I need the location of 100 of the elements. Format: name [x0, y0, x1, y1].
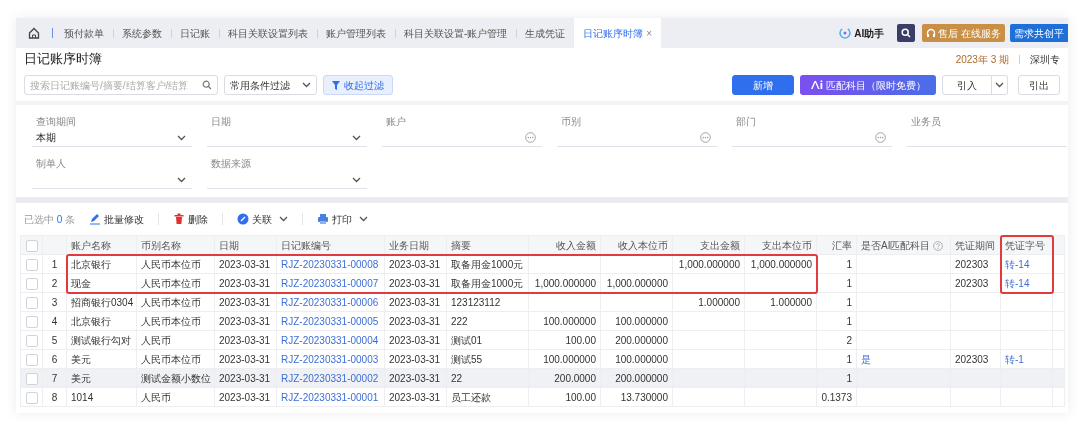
search-button[interactable] — [897, 24, 916, 42]
table-cell: 1 — [846, 258, 852, 270]
table-cell: 2023-03-31 — [389, 315, 441, 327]
row-number: 5 — [51, 334, 58, 346]
table-cell: 测试银行勾对 — [71, 334, 131, 346]
table-cell: 202303 — [955, 277, 989, 289]
tab[interactable]: 系统参数 — [113, 18, 171, 48]
table-cell: 202303 — [955, 353, 989, 365]
table-cell: 北京银行 — [71, 315, 111, 327]
table-row[interactable]: 8 1014 人民币 2023-03-31 RJZ-20230331-00001 2023-03-31 员工还款 100.00 13.730000 0.1373 — [20, 387, 1065, 407]
chevron-down-icon — [302, 82, 311, 88]
table-row[interactable]: 4 北京银行 人民币本位币 2023-03-31 RJZ-20230331-00005 2023-03-31 222 100.000000 100.000000 1 — [20, 311, 1065, 331]
table-cell: 202303 — [955, 258, 989, 270]
chevron-down-icon — [177, 176, 186, 183]
row-number: 1 — [51, 258, 58, 270]
column-header: 币别名称 — [141, 239, 181, 251]
search-field[interactable]: 搜索日记账编号/摘要/结算客户/结算 — [24, 75, 218, 95]
table-link[interactable]: 是 — [861, 353, 871, 365]
column-header: 支出金额 — [700, 239, 740, 251]
cocreate-button[interactable]: 需求共创平 — [1010, 24, 1068, 42]
column-header: 摘要 — [451, 239, 471, 251]
checkbox[interactable] — [25, 315, 38, 328]
column-header: 业务日期 — [389, 239, 429, 251]
print-action-button[interactable]: 打印 — [317, 211, 369, 227]
checkbox[interactable] — [25, 353, 38, 366]
table-cell: 人民币本位币 — [141, 353, 201, 365]
field-label: 币别 — [560, 115, 582, 129]
table-row[interactable]: 5 测试银行勾对 人民币 2023-03-31 RJZ-20230331-00004 2023-03-31 测试01 100.00 200.000000 2 — [20, 330, 1065, 350]
chevron-down-icon — [995, 82, 1004, 88]
import-button[interactable]: 引入 — [942, 75, 992, 95]
table-cell: 2023-03-31 — [219, 334, 271, 346]
table-row[interactable]: 1 北京银行 人民币本位币 2023-03-31 RJZ-20230331-00008 2023-03-31 取备用金1000元 1,000.000000 1,000.000000 1 202303 转-14 — [20, 254, 1065, 274]
tab[interactable]: 账户管理列表 — [317, 18, 395, 48]
table-cell: 2023-03-31 — [389, 277, 441, 289]
table-cell: 200.000000 — [615, 334, 668, 346]
ai-match-button[interactable]: 匹配科目（限时免费） — [800, 75, 936, 95]
table-cell: 100.000000 — [543, 353, 596, 365]
assistant-logo-icon — [839, 27, 852, 39]
table-cell: 2023-03-31 — [219, 258, 271, 270]
tab[interactable]: 生成凭证 — [516, 18, 575, 48]
assistant-button[interactable]: AI助手 — [854, 25, 885, 41]
table-cell: 2023-03-31 — [389, 334, 441, 346]
export-button[interactable]: 引出 — [1018, 75, 1060, 95]
trash-icon — [173, 213, 186, 225]
filter-field[interactable] — [382, 129, 542, 147]
column-header: 收入金额 — [556, 239, 596, 251]
collapse-filter-button[interactable]: 收起过滤 — [323, 75, 393, 95]
condition-select[interactable]: 常用条件过滤 — [224, 75, 317, 95]
tab[interactable]: 科目关联设置-账户管理 — [395, 18, 517, 48]
table-row[interactable]: 6 美元 人民币本位币 2023-03-31 RJZ-20230331-00003 2023-03-31 测试55 100.000000 100.000000 1 是 202303 转-1 — [20, 349, 1065, 369]
table-cell: 200.0000 — [554, 372, 596, 384]
table-cell: 123123112 — [451, 296, 501, 308]
field-label: 业务员 — [910, 115, 942, 129]
checkbox[interactable] — [25, 239, 38, 252]
tab[interactable]: 日记账 — [171, 18, 219, 48]
table-cell: 2023-03-31 — [219, 391, 271, 403]
checkbox[interactable] — [25, 296, 38, 309]
table-cell: 美元 — [71, 372, 91, 384]
table-cell: 人民币本位币 — [141, 315, 201, 327]
period-label: 2023年 3 期 — [955, 52, 1009, 67]
table-row[interactable]: 3 招商银行0304 人民币本位币 2023-03-31 RJZ-20230331-00006 2023-03-31 123123112 1.000000 1.000000 1 — [20, 292, 1065, 312]
table-cell: 100.000000 — [615, 353, 668, 365]
checkbox[interactable] — [25, 258, 38, 271]
field-label: 账户 — [385, 115, 407, 129]
close-icon[interactable]: × — [646, 25, 653, 41]
table-cell: 100.00 — [565, 391, 596, 403]
table-row[interactable]: 7 美元 测试金额小数位 2023-03-31 RJZ-20230331-00002 2023-03-31 22 200.0000 200.000000 1 — [20, 368, 1065, 388]
table-cell: 2 — [846, 334, 852, 346]
table-cell: 22 — [451, 372, 463, 384]
table-cell: 招商银行0304 — [71, 296, 134, 308]
table-cell: 1,000.000000 — [606, 277, 668, 289]
selection-count: 已选中 0 条 — [24, 212, 76, 227]
delete-action-button[interactable]: 删除 — [173, 211, 209, 227]
home-icon[interactable] — [28, 27, 40, 39]
edit-action-button[interactable]: 批量修改 — [89, 211, 145, 227]
tab[interactable]: 预付款单 — [55, 18, 113, 48]
table-cell: 13.730000 — [620, 391, 668, 403]
add-button[interactable]: 新增 — [732, 75, 794, 95]
table-row[interactable]: 2 现金 人民币本位币 2023-03-31 RJZ-20230331-00007 2023-03-31 取备用金1000元 1,000.000000 1,000.000000 1 202303 转-14 — [20, 273, 1065, 293]
table-cell: 美元 — [71, 353, 91, 365]
checkbox[interactable] — [25, 372, 38, 385]
tab[interactable]: 科目关联设置列表 — [219, 18, 317, 48]
page-title: 日记账序时簿 — [24, 50, 102, 69]
table-cell: 员工还款 — [451, 391, 491, 403]
organization-label[interactable]: 深圳专 — [1030, 51, 1060, 67]
table-cell: 1.000000 — [698, 296, 740, 308]
table-cell: 现金 — [71, 277, 91, 289]
checkbox[interactable] — [25, 334, 38, 347]
tab[interactable]: 日记账序时簿 × — [574, 18, 662, 48]
filter-field[interactable] — [732, 129, 892, 147]
table-cell: 人民币本位币 — [141, 296, 201, 308]
link-action-button[interactable]: 关联 — [237, 211, 289, 227]
field-label: 制单人 — [35, 157, 67, 171]
filter-field[interactable] — [557, 129, 717, 147]
checkbox[interactable] — [25, 277, 38, 290]
pencil-icon — [89, 213, 102, 225]
dropdown-button[interactable] — [992, 75, 1008, 95]
checkbox[interactable] — [25, 391, 38, 404]
filter-field[interactable]: 本期 — [32, 129, 192, 147]
table-cell: 1 — [846, 277, 852, 289]
